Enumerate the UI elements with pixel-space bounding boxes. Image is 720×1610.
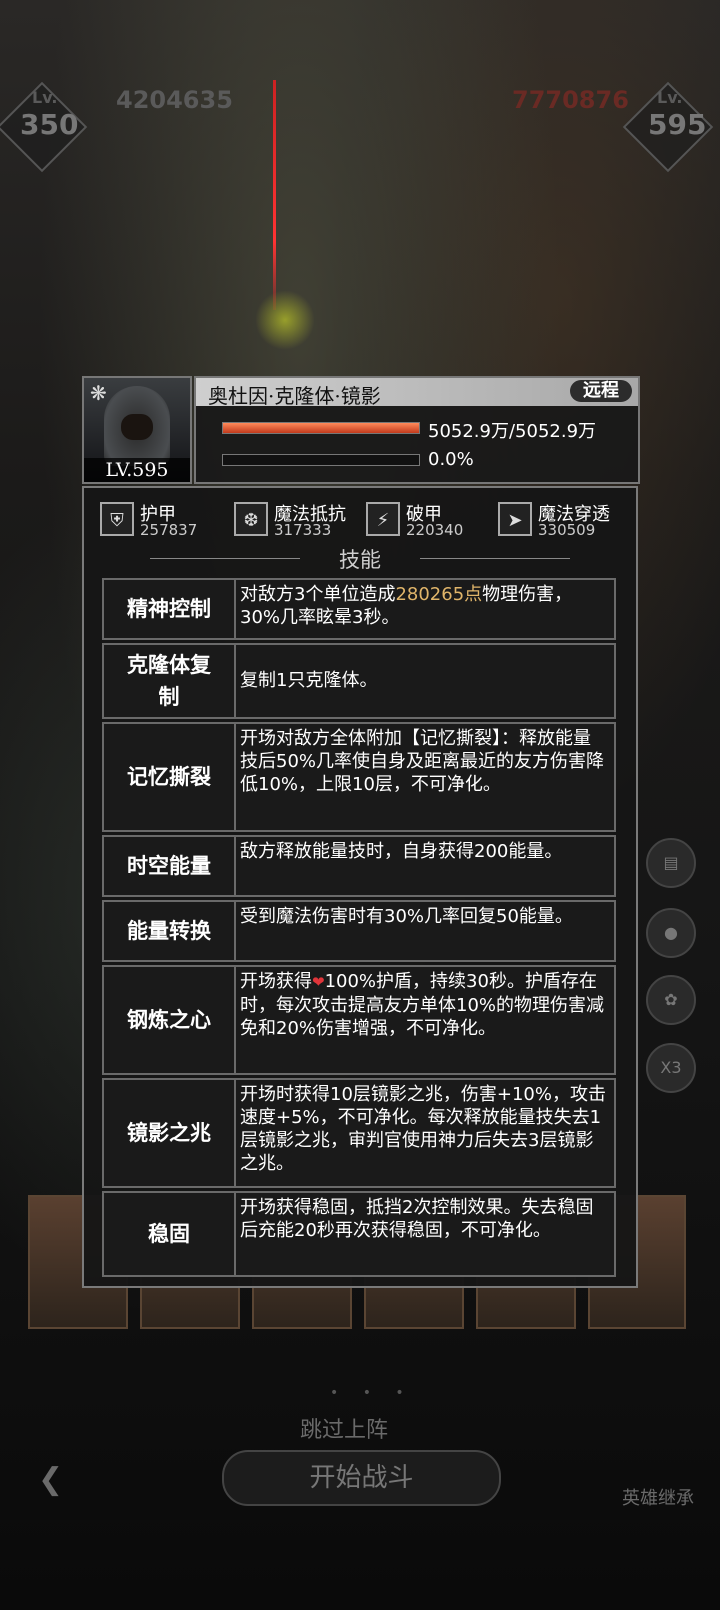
hero-face-art bbox=[121, 414, 153, 440]
skill-row: 能量转换 受到魔法伤害时有30%几率回复50能量。 bbox=[102, 900, 616, 962]
hero-inherit-label[interactable]: 英雄继承 bbox=[622, 1484, 694, 1510]
armor-break-icon: ⚡ bbox=[366, 502, 400, 536]
stat-value: 257837 bbox=[140, 521, 198, 539]
formation-button[interactable]: ● bbox=[646, 908, 696, 958]
skill-name: 克隆体复制 bbox=[104, 645, 236, 717]
skill-desc: 开场获得❤100%护盾，持续30秒。护盾存在时，每次攻击提高友方单体10%的物理… bbox=[240, 971, 605, 1039]
right-level-value: 595 bbox=[648, 108, 707, 141]
skills-table: 精神控制 对敌方3个单位造成280265点物理伤害，30%几率眩晕3秒。 克隆体… bbox=[102, 578, 616, 1280]
left-power-value: 4204635 bbox=[116, 86, 233, 114]
skill-desc: 敌方释放能量技时，自身获得200能量。 bbox=[240, 841, 563, 862]
left-level-label: Lv. bbox=[32, 88, 58, 107]
faction-spiral-icon: ❋ bbox=[90, 381, 107, 405]
energy-text: 0.0% bbox=[428, 449, 474, 470]
stat-value: 317333 bbox=[274, 521, 332, 539]
book-button[interactable]: ▤ bbox=[646, 838, 696, 888]
speed-button[interactable]: X3 bbox=[646, 1043, 696, 1093]
divider-right bbox=[420, 558, 570, 559]
range-tag: 远程 bbox=[570, 380, 632, 402]
hp-text: 5052.9万/5052.9万 bbox=[428, 421, 597, 442]
skill-name: 能量转换 bbox=[104, 902, 236, 960]
damage-highlight: 280265点 bbox=[395, 584, 483, 605]
laser-beam bbox=[273, 80, 276, 310]
skills-section-header: 技能 bbox=[84, 544, 636, 572]
page-dots: • • • bbox=[330, 1385, 414, 1401]
skill-desc: 复制1只克隆体。 bbox=[240, 670, 378, 691]
energy-glow bbox=[255, 290, 315, 350]
skill-row: 稳固 开场获得稳固，抵挡2次控制效果。失去稳固后充能20秒再次获得稳固，不可净化… bbox=[102, 1191, 616, 1277]
magic-resist-icon: ❆ bbox=[234, 502, 268, 536]
left-level-value: 350 bbox=[20, 108, 79, 141]
skill-row: 钢炼之心 开场获得❤100%护盾，持续30秒。护盾存在时，每次攻击提高友方单体1… bbox=[102, 965, 616, 1075]
skill-desc: 受到魔法伤害时有30%几率回复50能量。 bbox=[240, 906, 573, 927]
broken-heart-icon: ❤ bbox=[312, 973, 325, 991]
skip-deploy-label[interactable]: 跳过上阵 bbox=[300, 1412, 388, 1444]
right-power-value: 7770876 bbox=[512, 86, 629, 114]
energy-bar bbox=[222, 454, 420, 466]
skill-row: 镜影之兆 开场时获得10层镜影之兆，伤害+10%，攻击速度+5%，不可净化。每次… bbox=[102, 1078, 616, 1188]
name-bar: 奥杜因·克隆体·镜影 远程 bbox=[196, 378, 638, 408]
magic-penetration-icon: ➤ bbox=[498, 502, 532, 536]
divider-left bbox=[150, 558, 300, 559]
right-level-label: Lv. bbox=[657, 88, 683, 107]
start-battle-button[interactable]: 开始战斗 bbox=[222, 1450, 501, 1506]
hero-portrait: ❋ LV.595 bbox=[82, 376, 192, 484]
skill-name: 镜影之兆 bbox=[104, 1080, 236, 1186]
hero-header: 奥杜因·克隆体·镜影 远程 5052.9万/5052.9万 0.0% bbox=[194, 376, 640, 484]
back-icon[interactable]: ❮ bbox=[38, 1462, 63, 1497]
skill-name: 钢炼之心 bbox=[104, 967, 236, 1073]
skill-name: 精神控制 bbox=[104, 580, 236, 638]
hp-bar-fill bbox=[223, 423, 419, 433]
hero-detail-panel: ⛨ 护甲 257837 ❆ 魔法抵抗 317333 ⚡ 破甲 220340 ➤ … bbox=[82, 486, 638, 1288]
hero-name: 奥杜因·克隆体·镜影 bbox=[208, 384, 381, 408]
skill-row: 精神控制 对敌方3个单位造成280265点物理伤害，30%几率眩晕3秒。 bbox=[102, 578, 616, 640]
stat-value: 220340 bbox=[406, 521, 464, 539]
hp-bar bbox=[222, 422, 420, 434]
skill-row: 时空能量 敌方释放能量技时，自身获得200能量。 bbox=[102, 835, 616, 897]
hero-level: LV.595 bbox=[84, 458, 190, 482]
skill-name: 记忆撕裂 bbox=[104, 724, 236, 830]
skill-name: 稳固 bbox=[104, 1193, 236, 1275]
auto-button[interactable]: ✿ bbox=[646, 975, 696, 1025]
skill-desc: 开场时获得10层镜影之兆，伤害+10%，攻击速度+5%，不可净化。每次释放能量技… bbox=[240, 1084, 606, 1174]
skill-name: 时空能量 bbox=[104, 837, 236, 895]
section-title: 技能 bbox=[339, 548, 381, 572]
stat-value: 330509 bbox=[538, 521, 596, 539]
skill-desc: 对敌方3个单位造成280265点物理伤害，30%几率眩晕3秒。 bbox=[240, 584, 573, 628]
skill-desc: 开场获得稳固，抵挡2次控制效果。失去稳固后充能20秒再次获得稳固，不可净化。 bbox=[240, 1197, 594, 1241]
skill-desc: 开场对敌方全体附加【记忆撕裂】：释放能量技后50%几率使自身及距离最近的友方伤害… bbox=[240, 728, 605, 795]
skill-row: 记忆撕裂 开场对敌方全体附加【记忆撕裂】：释放能量技后50%几率使自身及距离最近… bbox=[102, 722, 616, 832]
skill-row: 克隆体复制 复制1只克隆体。 bbox=[102, 643, 616, 719]
armor-icon: ⛨ bbox=[100, 502, 134, 536]
